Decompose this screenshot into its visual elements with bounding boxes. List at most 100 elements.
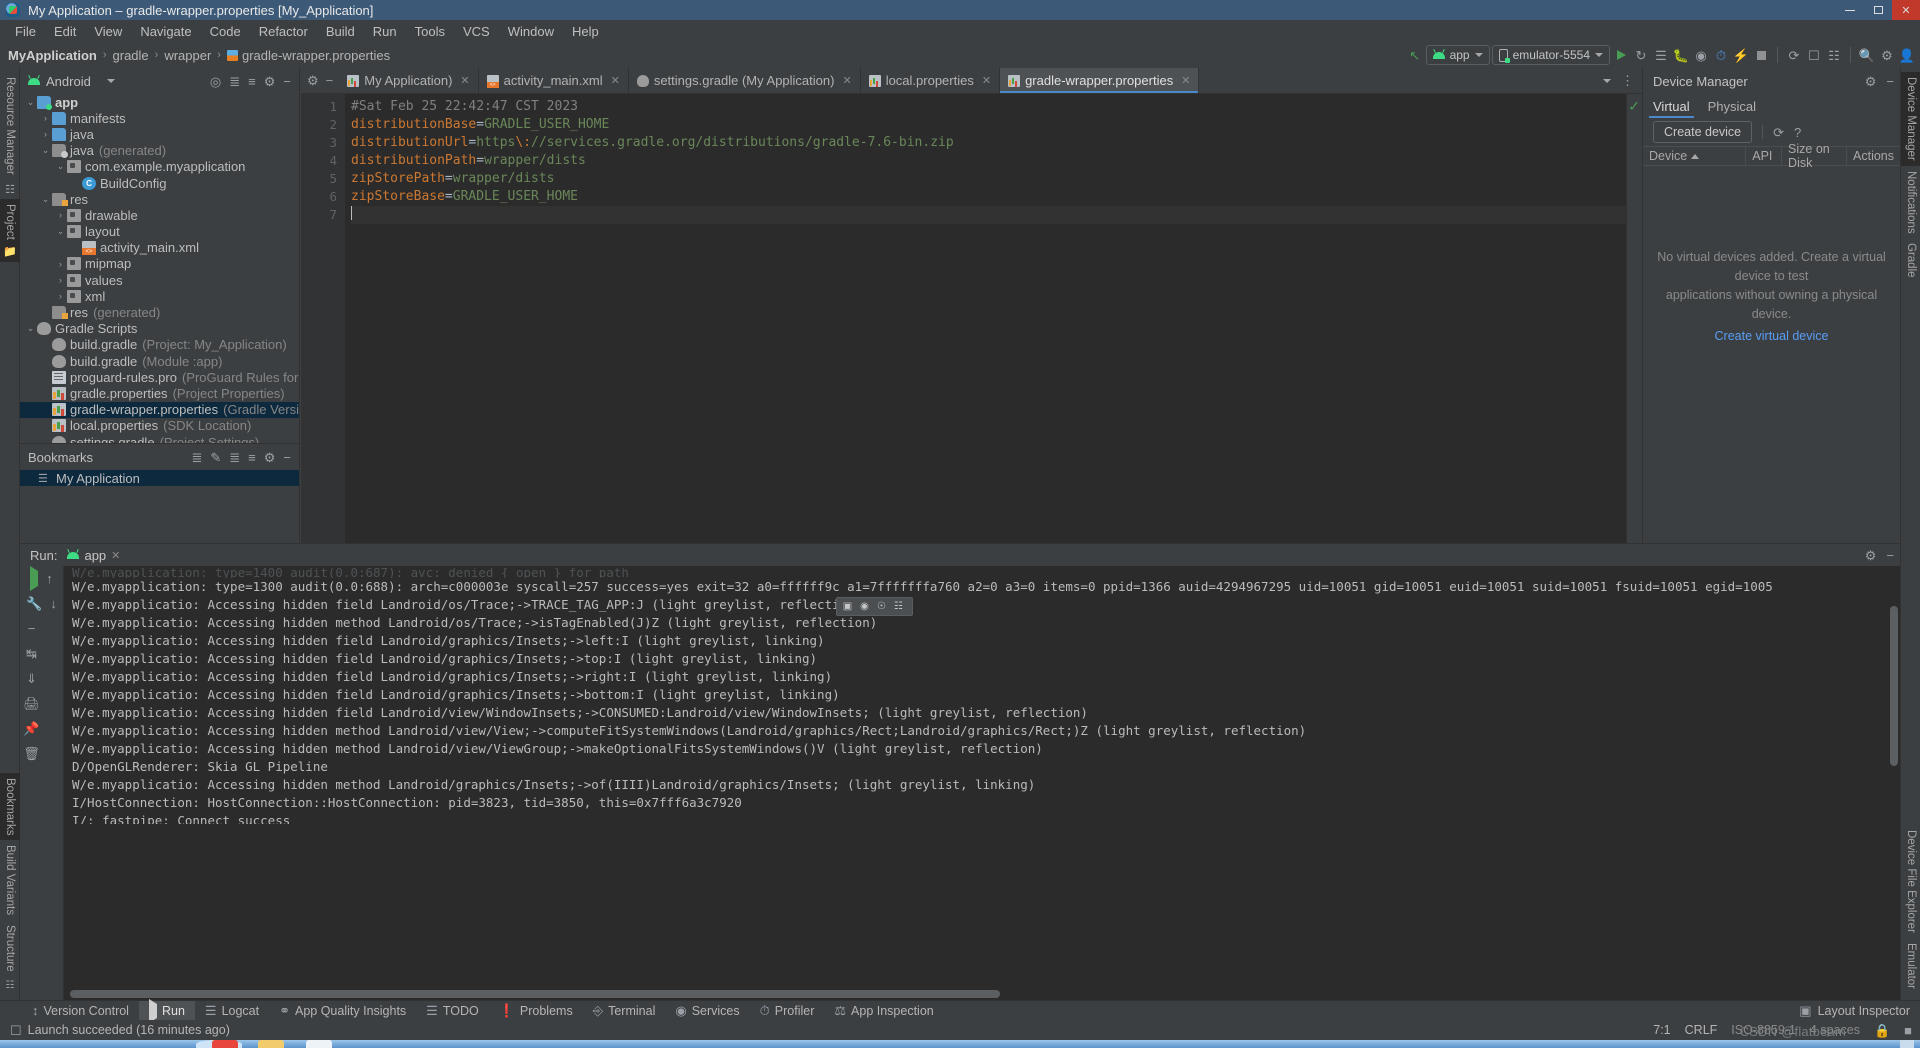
taskbar-app-1[interactable] (212, 1040, 238, 1048)
breadcrumb-item-file[interactable]: gradle-wrapper.properties (226, 48, 390, 63)
tree-node-xml[interactable]: › xml (20, 288, 299, 304)
menu-run[interactable]: Run (364, 22, 406, 41)
editor-tab-my-application-[interactable]: My Application) ✕ (339, 68, 479, 93)
stripe-item-bookmarks[interactable]: Bookmarks (0, 772, 20, 841)
split-view-icon[interactable]: ▣ (841, 600, 854, 613)
menu-help[interactable]: Help (563, 22, 608, 41)
bottom-item-services[interactable]: ◉ Services (665, 1001, 749, 1021)
print-icon[interactable]: 🖨 (23, 697, 40, 710)
breadcrumb-item-gradle[interactable]: gradle (113, 48, 149, 63)
menu-tools[interactable]: Tools (406, 22, 454, 41)
scroll-to-end-icon[interactable]: ⇓ (26, 672, 37, 685)
close-icon[interactable]: ✕ (982, 74, 991, 87)
stop-button[interactable] (1752, 46, 1770, 64)
tree-expand-arrow[interactable]: ⌄ (24, 97, 37, 108)
settings-gear-icon[interactable]: ⚙ (307, 74, 319, 87)
search-icon[interactable]: 🔍 (1858, 46, 1876, 64)
close-icon[interactable]: ✕ (111, 549, 120, 562)
taskbar-app-3[interactable] (306, 1040, 332, 1048)
create-virtual-device-link[interactable]: Create virtual device (1657, 327, 1886, 346)
module-selector[interactable]: app (1425, 45, 1490, 65)
code-line-7[interactable] (351, 206, 1642, 224)
hide-icon[interactable]: − (283, 75, 291, 88)
drag-handle-icon[interactable]: ☷ (892, 600, 905, 613)
console-output[interactable]: W/e.myapplication: type=1400 audit(0.0:6… (64, 566, 1900, 1000)
editor-tab-settings-gradle-my-application-[interactable]: settings.gradle (My Application) ✕ (629, 68, 861, 93)
tree-node-buildconfig[interactable]: C BuildConfig (20, 175, 299, 191)
select-opened-file-icon[interactable]: ◎ (210, 75, 221, 88)
tree-node-activity-main-xml[interactable]: activity_main.xml (20, 240, 299, 256)
column-device[interactable]: Device (1643, 146, 1747, 166)
hide-icon[interactable]: − (1886, 75, 1894, 88)
settings-gear-icon[interactable]: ⚙ (1878, 46, 1896, 64)
code-line-6[interactable]: zipStoreBase=GRADLE_USER_HOME (351, 188, 1642, 206)
tree-node-manifests[interactable]: › manifests (20, 110, 299, 126)
circle-icon[interactable]: ◉ (858, 600, 871, 613)
settings-gear-icon[interactable]: ⚙ (264, 451, 276, 464)
project-tree[interactable]: ⌄ app › manifests › java ⌄ java (generated) ⌄ com.… (20, 94, 299, 443)
stripe-item-emulator[interactable]: Emulator (1901, 938, 1920, 994)
stripe-item-resource-manager[interactable]: Resource Manager (0, 72, 20, 180)
scroll-up-icon[interactable]: ↑ (46, 572, 53, 585)
apply-changes-icon[interactable]: ⚡ (1732, 46, 1750, 64)
stop-icon[interactable]: − (28, 622, 36, 635)
tree-expand-arrow[interactable]: ⌄ (39, 194, 52, 205)
run-with-coverage-icon[interactable]: ☰ (1652, 46, 1670, 64)
debug-attach-icon[interactable]: ↻ (1632, 46, 1650, 64)
close-button[interactable]: ✕ (1892, 0, 1920, 20)
code-line-1[interactable]: #Sat Feb 25 22:42:47 CST 2023 (351, 98, 1642, 116)
menu-refactor[interactable]: Refactor (250, 22, 317, 41)
profiler-icon[interactable]: ⏱ (1712, 46, 1730, 64)
chevron-down-icon[interactable] (1603, 78, 1611, 83)
bottom-item-logcat[interactable]: ☰ Logcat (195, 1001, 269, 1021)
settings-gear-icon[interactable]: ⚙ (1865, 549, 1877, 562)
tree-node-drawable[interactable]: › drawable (20, 207, 299, 223)
code-line-4[interactable]: distributionPath=wrapper/dists (351, 152, 1642, 170)
edit-icon[interactable]: ✎ (210, 451, 221, 464)
menu-vcs[interactable]: VCS (454, 22, 499, 41)
bottom-item-version-control[interactable]: ↕ Version Control (22, 1001, 139, 1021)
back-arrow-icon[interactable]: ↖ (1406, 46, 1424, 64)
breadcrumb-item-project[interactable]: MyApplication (8, 48, 97, 63)
bottom-item-app-inspection[interactable]: ⚖ App Inspection (824, 1001, 943, 1021)
tree-expand-arrow[interactable]: › (39, 113, 52, 123)
console-vertical-scrollbar[interactable] (1890, 606, 1898, 766)
editor-scrollbar[interactable]: ✓ (1626, 94, 1642, 543)
minimize-button[interactable] (1836, 0, 1864, 20)
settings-gear-icon[interactable]: ⚙ (1865, 75, 1877, 88)
refresh-icon[interactable]: ⟳ (1773, 126, 1784, 139)
system-tray[interactable] (1900, 1040, 1914, 1048)
console-horizontal-scrollbar[interactable] (70, 990, 1000, 998)
tree-node-settings-gradle[interactable]: settings.gradle (Project Settings) (20, 434, 299, 443)
maximize-button[interactable] (1864, 0, 1892, 20)
expand-all-icon[interactable]: ≣ (229, 75, 240, 88)
bottom-item-profiler[interactable]: ⏱ Profiler (750, 1001, 825, 1021)
more-options-icon[interactable]: ⋮ (1621, 74, 1634, 87)
hide-icon[interactable]: − (283, 451, 291, 464)
menu-navigate[interactable]: Navigate (131, 22, 200, 41)
code-line-2[interactable]: distributionBase=GRADLE_USER_HOME (351, 116, 1642, 134)
tree-node-values[interactable]: › values (20, 272, 299, 288)
rerun-icon[interactable] (30, 565, 39, 591)
run-button[interactable] (1612, 46, 1630, 64)
column-actions[interactable]: Actions (1847, 146, 1900, 166)
editor-tab-gradle-wrapper-properties[interactable]: gradle-wrapper.properties ✕ (1000, 68, 1200, 93)
code-line-5[interactable]: zipStorePath=wrapper/dists (351, 170, 1642, 188)
tree-expand-arrow[interactable]: › (54, 259, 67, 269)
tree-node-gradle-wrapper-properties[interactable]: gradle-wrapper.properties(Gradle Version… (20, 401, 299, 418)
tree-node-com-example-myapplication[interactable]: ⌄ com.example.myapplication (20, 159, 299, 175)
tree-node-app[interactable]: ⌄ app (20, 94, 299, 110)
bottom-item-terminal[interactable]: ⎆ Terminal (583, 1001, 666, 1021)
tree-node-proguard-rules-pro[interactable]: proguard-rules.pro(ProGuard Rules for ":… (20, 369, 299, 385)
code-content[interactable]: #Sat Feb 25 22:42:47 CST 2023 distributio… (345, 94, 1642, 543)
line-separator[interactable]: CRLF (1685, 1023, 1718, 1037)
editor-tab-activity-main-xml[interactable]: activity_main.xml ✕ (479, 68, 629, 93)
menu-edit[interactable]: Edit (45, 22, 85, 41)
lock-icon[interactable]: 🔒 (1874, 1024, 1890, 1037)
memory-indicator-icon[interactable]: ■ (1904, 1024, 1912, 1037)
menu-code[interactable]: Code (201, 22, 250, 41)
breadcrumb-item-wrapper[interactable]: wrapper (164, 48, 211, 63)
tab-physical[interactable]: Physical (1708, 99, 1756, 118)
run-tab-app[interactable]: app ✕ (67, 548, 120, 563)
scroll-down-icon[interactable]: ↓ (50, 597, 57, 610)
